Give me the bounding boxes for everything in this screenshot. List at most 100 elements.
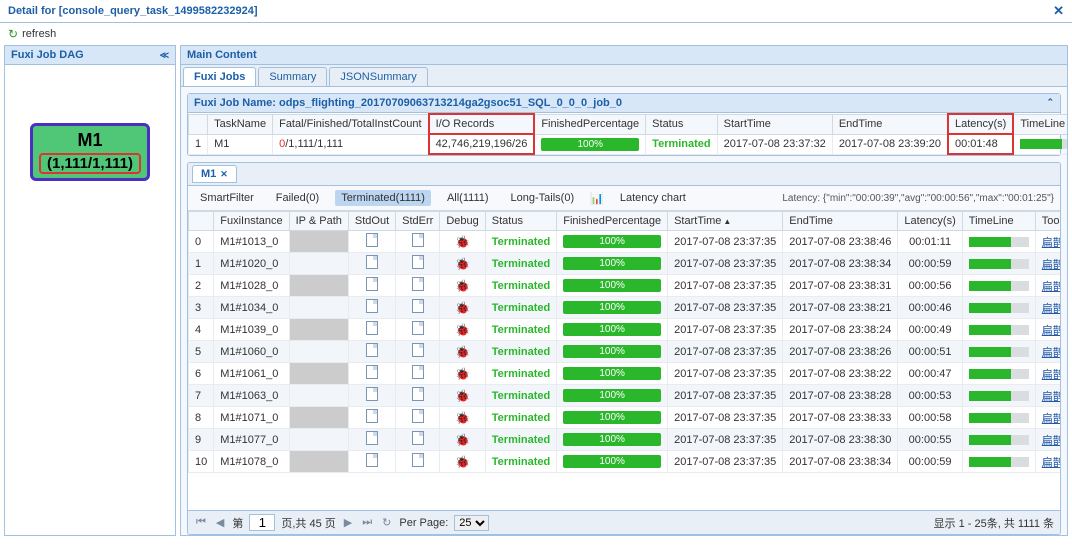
- tool-link[interactable]: 扁鹊: [1042, 369, 1060, 381]
- tab-summary[interactable]: Summary: [258, 67, 327, 86]
- cell-stdout[interactable]: [348, 297, 395, 319]
- cell-tool[interactable]: 扁鹊: [1035, 451, 1060, 473]
- instance-row[interactable]: 6M1#1061_0🐞Terminated100%2017-07-08 23:3…: [189, 363, 1061, 385]
- instance-row[interactable]: 8M1#1071_0🐞Terminated100%2017-07-08 23:3…: [189, 407, 1061, 429]
- tool-link[interactable]: 扁鹊: [1042, 281, 1060, 293]
- cell-stderr[interactable]: [396, 253, 440, 275]
- pager-perpage-select[interactable]: 25: [454, 515, 489, 531]
- bug-icon[interactable]: 🐞: [455, 323, 470, 337]
- stdout-icon[interactable]: [366, 365, 378, 379]
- filter-longtails[interactable]: Long-Tails(0): [505, 190, 581, 206]
- cell-stderr[interactable]: [396, 275, 440, 297]
- collapse-left-icon[interactable]: ≪: [160, 50, 169, 61]
- fuxi-job-row[interactable]: 1 M1 0/1,111/1,111 42,746,219,196/26 100…: [189, 134, 1069, 154]
- tool-link[interactable]: 扁鹊: [1042, 325, 1060, 337]
- stdout-icon[interactable]: [366, 299, 378, 313]
- cell-stderr[interactable]: [396, 297, 440, 319]
- tab-json-summary[interactable]: JSONSummary: [329, 67, 427, 86]
- ih-status[interactable]: Status: [485, 212, 556, 231]
- cell-tool[interactable]: 扁鹊: [1035, 253, 1060, 275]
- filter-smart[interactable]: SmartFilter: [194, 190, 260, 206]
- tool-link[interactable]: 扁鹊: [1042, 303, 1060, 315]
- cell-stderr[interactable]: [396, 319, 440, 341]
- tool-link[interactable]: 扁鹊: [1042, 347, 1060, 359]
- cell-tool[interactable]: 扁鹊: [1035, 341, 1060, 363]
- cell-stdout[interactable]: [348, 341, 395, 363]
- instance-row[interactable]: 0M1#1013_0🐞Terminated100%2017-07-08 23:3…: [189, 231, 1061, 253]
- tab-fuxi-jobs[interactable]: Fuxi Jobs: [183, 67, 256, 86]
- tool-link[interactable]: 扁鹊: [1042, 435, 1060, 447]
- cell-stderr[interactable]: [396, 429, 440, 451]
- col-status[interactable]: Status: [646, 114, 717, 134]
- stderr-icon[interactable]: [412, 409, 424, 423]
- cell-stderr[interactable]: [396, 407, 440, 429]
- tool-link[interactable]: 扁鹊: [1042, 457, 1060, 469]
- instance-row[interactable]: 10M1#1078_0🐞Terminated100%2017-07-08 23:…: [189, 451, 1061, 473]
- bug-icon[interactable]: 🐞: [455, 411, 470, 425]
- ih-end[interactable]: EndTime: [783, 212, 898, 231]
- stdout-icon[interactable]: [366, 431, 378, 445]
- cell-tool[interactable]: 扁鹊: [1035, 407, 1060, 429]
- ih-debug[interactable]: Debug: [440, 212, 485, 231]
- cell-debug[interactable]: 🐞: [440, 319, 485, 341]
- ih-ip[interactable]: IP & Path: [289, 212, 348, 231]
- cell-stderr[interactable]: [396, 231, 440, 253]
- cell-debug[interactable]: 🐞: [440, 385, 485, 407]
- ih-stderr[interactable]: StdErr: [396, 212, 440, 231]
- stderr-icon[interactable]: [412, 365, 424, 379]
- col-taskname[interactable]: TaskName: [208, 114, 273, 134]
- col-fp[interactable]: FinishedPercentage: [534, 114, 645, 134]
- cell-debug[interactable]: 🐞: [440, 429, 485, 451]
- ih-tl[interactable]: TimeLine: [962, 212, 1035, 231]
- filter-all[interactable]: All(1111): [441, 190, 495, 206]
- stderr-icon[interactable]: [412, 453, 424, 467]
- cell-debug[interactable]: 🐞: [440, 275, 485, 297]
- filter-terminated[interactable]: Terminated(1111): [335, 190, 431, 206]
- stdout-icon[interactable]: [366, 277, 378, 291]
- instance-row[interactable]: 1M1#1020_0🐞Terminated100%2017-07-08 23:3…: [189, 253, 1061, 275]
- cell-stderr[interactable]: [396, 451, 440, 473]
- cell-tool[interactable]: 扁鹊: [1035, 231, 1060, 253]
- cell-debug[interactable]: 🐞: [440, 253, 485, 275]
- pager-refresh-icon[interactable]: ↻: [380, 516, 393, 529]
- close-tab-icon[interactable]: ✕: [220, 169, 228, 179]
- refresh-icon[interactable]: ↻: [8, 27, 18, 41]
- stderr-icon[interactable]: [412, 299, 424, 313]
- stderr-icon[interactable]: [412, 277, 424, 291]
- tool-link[interactable]: 扁鹊: [1042, 413, 1060, 425]
- instance-row[interactable]: 4M1#1039_0🐞Terminated100%2017-07-08 23:3…: [189, 319, 1061, 341]
- refresh-label[interactable]: refresh: [22, 28, 56, 40]
- collapse-up-icon[interactable]: ⌃: [1046, 97, 1054, 109]
- close-icon[interactable]: ✕: [1053, 3, 1064, 19]
- cell-stdout[interactable]: [348, 253, 395, 275]
- stderr-icon[interactable]: [412, 343, 424, 357]
- instance-grid-wrap[interactable]: FuxiInstance IP & Path StdOut StdErr Deb…: [188, 211, 1060, 510]
- stdout-icon[interactable]: [366, 453, 378, 467]
- cell-debug[interactable]: 🐞: [440, 297, 485, 319]
- filter-latency-chart[interactable]: Latency chart: [614, 190, 692, 206]
- cell-tool[interactable]: 扁鹊: [1035, 385, 1060, 407]
- cell-stdout[interactable]: [348, 429, 395, 451]
- tool-link[interactable]: 扁鹊: [1042, 259, 1060, 271]
- stdout-icon[interactable]: [366, 343, 378, 357]
- bug-icon[interactable]: 🐞: [455, 279, 470, 293]
- cell-stdout[interactable]: [348, 363, 395, 385]
- stderr-icon[interactable]: [412, 321, 424, 335]
- cell-tool[interactable]: 扁鹊: [1035, 297, 1060, 319]
- ih-start[interactable]: StartTime▲: [668, 212, 783, 231]
- cell-debug[interactable]: 🐞: [440, 341, 485, 363]
- bug-icon[interactable]: 🐞: [455, 433, 470, 447]
- stderr-icon[interactable]: [412, 431, 424, 445]
- cell-tool[interactable]: 扁鹊: [1035, 429, 1060, 451]
- cell-stdout[interactable]: [348, 275, 395, 297]
- ih-lat[interactable]: Latency(s): [898, 212, 962, 231]
- instance-row[interactable]: 9M1#1077_0🐞Terminated100%2017-07-08 23:3…: [189, 429, 1061, 451]
- tool-link[interactable]: 扁鹊: [1042, 237, 1060, 249]
- tool-link[interactable]: 扁鹊: [1042, 391, 1060, 403]
- dag-node-m1[interactable]: M1 (1,111/1,111): [30, 123, 150, 181]
- cell-stdout[interactable]: [348, 319, 395, 341]
- cell-stdout[interactable]: [348, 451, 395, 473]
- bug-icon[interactable]: 🐞: [455, 235, 470, 249]
- stderr-icon[interactable]: [412, 233, 424, 247]
- col-idx[interactable]: [189, 114, 208, 134]
